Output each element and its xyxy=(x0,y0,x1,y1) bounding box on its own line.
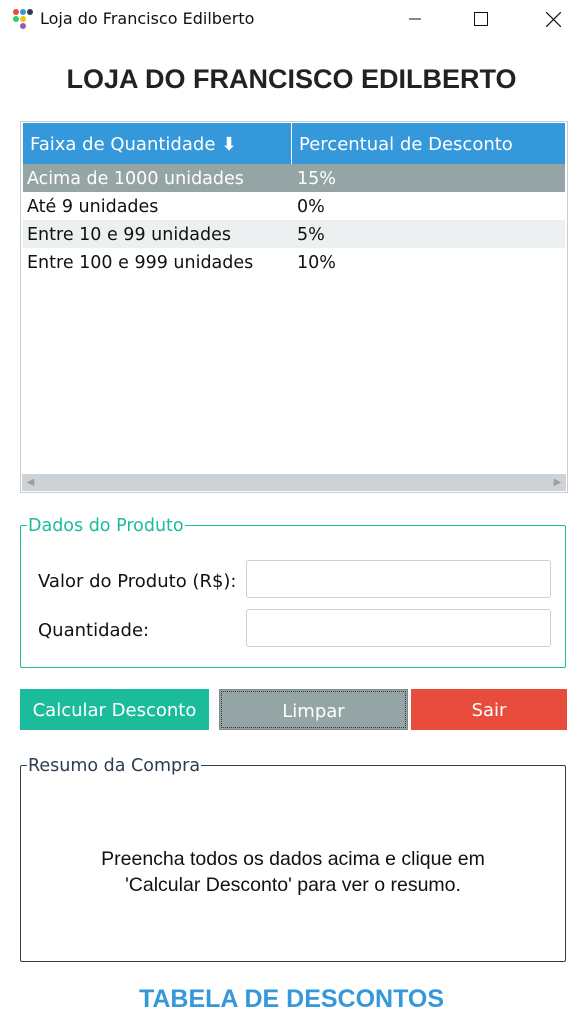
scroll-right-icon[interactable]: ▶ xyxy=(549,474,566,491)
maximize-icon xyxy=(474,12,488,26)
summary-group-legend: Resumo da Compra xyxy=(27,756,202,776)
quantidade-input[interactable] xyxy=(246,609,551,647)
quantidade-label: Quantidade: xyxy=(38,620,150,641)
exit-button[interactable]: Sair xyxy=(411,689,567,730)
cell-faixa: Até 9 unidades xyxy=(27,197,159,217)
page-title: LOJA DO FRANCISCO EDILBERTO xyxy=(66,64,517,94)
title-bar[interactable]: Loja do Francisco Edilberto xyxy=(0,0,583,38)
summary-line-2: 'Calcular Desconto' para ver o resumo. xyxy=(125,874,461,896)
column-header-faixa[interactable]: Faixa de Quantidade ⬇ xyxy=(23,123,292,164)
clear-button[interactable]: Limpar xyxy=(219,689,408,730)
column-header-percentual[interactable]: Percentual de Desconto xyxy=(292,123,565,164)
table-row[interactable]: Até 9 unidades 0% xyxy=(23,192,565,220)
cell-faixa: Entre 10 e 99 unidades xyxy=(27,225,232,245)
valor-label: Valor do Produto (R$): xyxy=(38,571,237,592)
cell-faixa: Acima de 1000 unidades xyxy=(27,169,244,189)
cell-percentual: 10% xyxy=(297,253,336,273)
table-row[interactable]: Entre 10 e 99 unidades 5% xyxy=(23,220,565,248)
discount-table[interactable]: Faixa de Quantidade ⬇ Percentual de Desco… xyxy=(20,121,568,493)
table-row[interactable]: Entre 100 e 999 unidades 10% xyxy=(23,248,565,276)
maximize-button[interactable] xyxy=(458,0,504,38)
close-button[interactable] xyxy=(530,0,576,38)
table-row[interactable]: Acima de 1000 unidades 15% xyxy=(23,164,565,192)
minimize-icon xyxy=(409,18,421,20)
calculate-discount-button[interactable]: Calcular Desconto xyxy=(20,689,209,730)
cell-percentual: 0% xyxy=(297,197,325,217)
summary-text: Preencha todos os dados acima e clique e… xyxy=(21,846,565,898)
column-header-label: Faixa de Quantidade xyxy=(30,134,216,155)
cell-percentual: 5% xyxy=(297,225,325,245)
column-header-label: Percentual de Desconto xyxy=(299,134,513,155)
window-title: Loja do Francisco Edilberto xyxy=(40,9,255,28)
valor-input[interactable] xyxy=(246,560,551,598)
horizontal-scrollbar[interactable]: ◀ ▶ xyxy=(22,474,566,491)
product-data-group: Dados do Produto Valor do Produto (R$): … xyxy=(20,516,566,668)
cell-percentual: 15% xyxy=(297,169,336,189)
minimize-button[interactable] xyxy=(392,0,438,38)
product-group-legend: Dados do Produto xyxy=(27,516,185,536)
table-header: Faixa de Quantidade ⬇ Percentual de Desco… xyxy=(23,123,565,164)
app-icon xyxy=(12,8,33,29)
cell-faixa: Entre 100 e 999 unidades xyxy=(27,253,254,273)
footer-title: TABELA DE DESCONTOS xyxy=(138,985,445,1013)
sort-down-icon: ⬇ xyxy=(221,134,237,155)
summary-line-1: Preencha todos os dados acima e clique e… xyxy=(101,848,485,870)
close-icon xyxy=(545,11,561,27)
purchase-summary-group: Resumo da Compra Preencha todos os dados… xyxy=(20,756,566,962)
scroll-left-icon[interactable]: ◀ xyxy=(22,474,39,491)
